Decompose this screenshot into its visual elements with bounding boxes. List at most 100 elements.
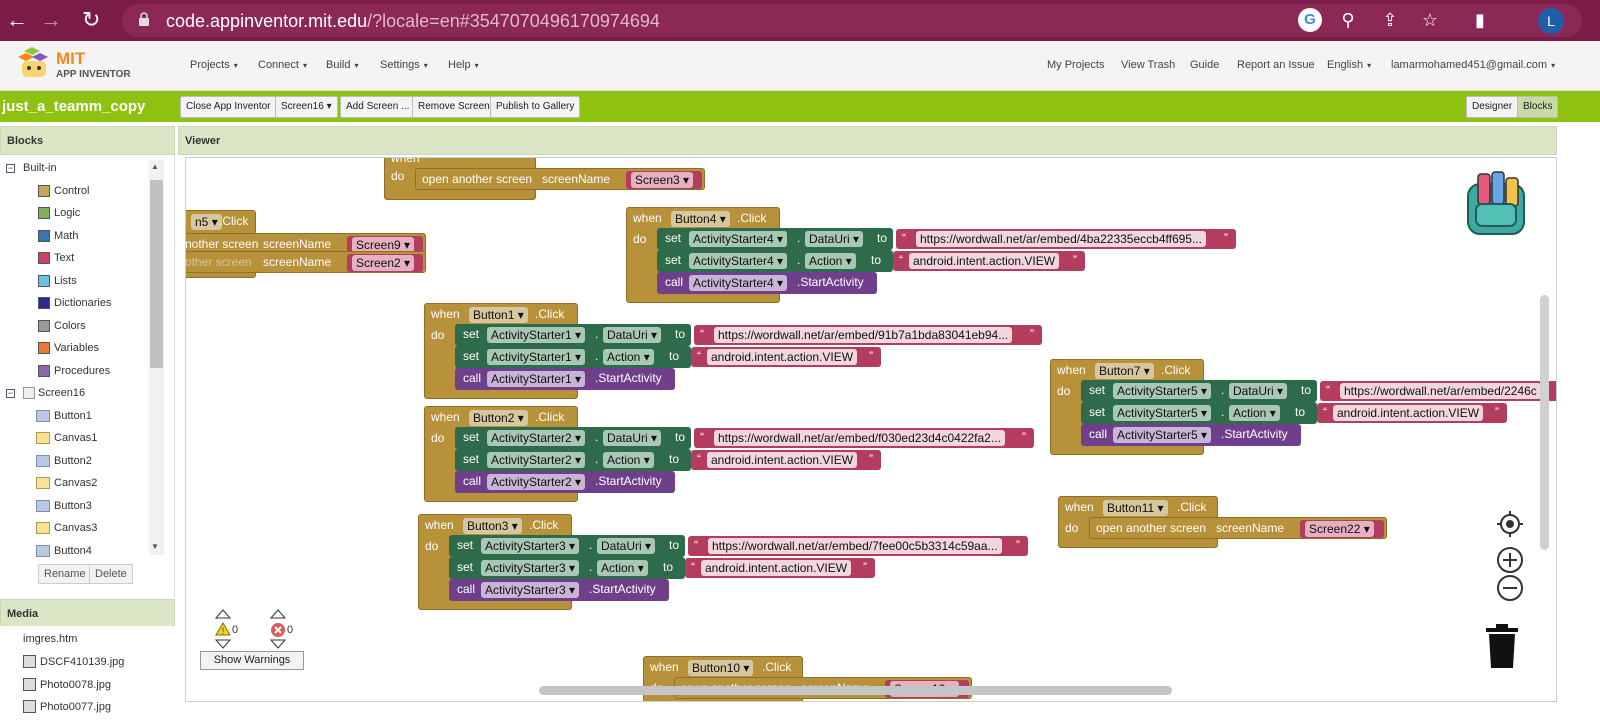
link-guide[interactable]: Guide [1190, 59, 1219, 71]
text-string-block[interactable]: “ https://wordwall.net/ar/embed/7fee00c5… [688, 536, 1028, 556]
set-datauri-block[interactable]: set ActivityStarter5 ▾ . DataUri ▾ to [1081, 380, 1317, 402]
tree-button4[interactable]: Button4 [36, 545, 92, 557]
back-icon[interactable]: ← [6, 8, 28, 32]
text-string-block[interactable]: “ android.intent.action.VIEW ” [1317, 403, 1507, 423]
screen-name-dropdown[interactable]: Screen2 ▾ [347, 254, 423, 272]
zoom-in-icon[interactable] [1496, 546, 1524, 574]
app-inventor-logo[interactable]: MIT APP INVENTOR [16, 47, 136, 85]
tree-button2[interactable]: Button2 [36, 455, 92, 467]
text-string-block[interactable]: “ android.intent.action.VIEW ” [691, 347, 881, 367]
text-string-block[interactable]: “ android.intent.action.VIEW ” [893, 251, 1085, 271]
profile-avatar[interactable]: L [1538, 8, 1564, 34]
close-app-inventor-button[interactable]: Close App Inventor [180, 96, 277, 118]
call-startactivity-block[interactable]: call ActivityStarter5 ▾ .StartActivity [1081, 424, 1301, 446]
warning-down-arrow-icon[interactable] [215, 639, 231, 649]
rename-button[interactable]: Rename [38, 564, 92, 584]
tree-button1[interactable]: Button1 [36, 410, 92, 422]
drawer-math[interactable]: Math [38, 230, 78, 242]
menu-build[interactable]: Build ▾ [326, 59, 358, 71]
workspace-vertical-scrollbar[interactable] [1540, 295, 1549, 550]
tree-canvas3[interactable]: Canvas3 [36, 522, 97, 534]
media-item[interactable]: imgres.htm [23, 633, 77, 645]
text-string-block[interactable]: “ https://wordwall.net/ar/embed/4ba22335… [896, 229, 1236, 249]
screen-name-dropdown[interactable]: Screen3 ▾ [626, 171, 702, 189]
scroll-down-icon[interactable]: ▼ [151, 542, 159, 551]
designer-button[interactable]: Designer [1466, 96, 1519, 118]
link-view-trash[interactable]: View Trash [1121, 59, 1175, 71]
drawer-dictionaries[interactable]: Dictionaries [38, 297, 111, 309]
screen-name-dropdown[interactable]: Screen22 ▾ [1300, 520, 1384, 538]
text-string-block[interactable]: “ https://wordwall.net/ar/embed/2246c [1320, 381, 1556, 401]
drawer-procedures[interactable]: Procedures [38, 365, 110, 377]
warning-up-arrow-icon[interactable] [215, 609, 231, 619]
tree-canvas1[interactable]: Canvas1 [36, 432, 97, 444]
call-startactivity-block[interactable]: call ActivityStarter4 ▾ .StartActivity [657, 272, 877, 294]
set-datauri-block[interactable]: set ActivityStarter3 ▾ . DataUri ▾ to [449, 535, 685, 557]
drawer-logic[interactable]: Logic [38, 207, 80, 219]
media-item[interactable]: Photo0078.jpg [23, 678, 111, 691]
drawer-colors[interactable]: Colors [38, 320, 86, 332]
tree-screen16[interactable]: − Screen16 [6, 387, 85, 399]
tree-builtin[interactable]: − Built-in [6, 162, 57, 174]
blocks-button[interactable]: Blocks [1517, 96, 1559, 118]
menu-connect[interactable]: Connect ▾ [258, 59, 307, 71]
collapse-icon[interactable]: − [6, 163, 15, 173]
publish-gallery-button[interactable]: Publish to Gallery [490, 96, 581, 118]
media-item[interactable]: Photo0077.jpg [23, 700, 111, 713]
tree-button3[interactable]: Button3 [36, 500, 92, 512]
set-action-block[interactable]: set ActivityStarter2 ▾ . Action ▾ to [455, 449, 691, 471]
backpack-icon[interactable] [1458, 170, 1534, 240]
drawer-variables[interactable]: Variables [38, 342, 99, 354]
delete-button[interactable]: Delete [89, 564, 133, 584]
open-screen-block[interactable]: open another screen screenName Screen3 ▾ [415, 168, 705, 190]
error-down-arrow-icon[interactable] [270, 639, 286, 649]
text-string-block[interactable]: “ android.intent.action.VIEW ” [691, 450, 881, 470]
open-screen-block[interactable]: open another screen screenName Screen22 … [1089, 517, 1387, 539]
address-bar[interactable]: code.appinventor.mit.edu/?locale=en#3547… [122, 4, 1582, 37]
blocks-workspace[interactable]: when do open another screen screenName S… [185, 157, 1557, 702]
side-panel-icon[interactable]: ▮ [1468, 8, 1492, 32]
collapse-icon[interactable]: − [6, 388, 15, 398]
open-screen-block[interactable]: other screen screenName Screen2 ▾ [186, 251, 426, 273]
error-up-arrow-icon[interactable] [270, 609, 286, 619]
menu-settings[interactable]: Settings ▾ [380, 59, 428, 71]
scroll-up-icon[interactable]: ▲ [151, 162, 159, 171]
menu-help[interactable]: Help ▾ [448, 59, 479, 71]
trash-icon[interactable] [1482, 622, 1522, 670]
text-string-block[interactable]: “ android.intent.action.VIEW ” [685, 558, 875, 578]
set-action-block[interactable]: set ActivityStarter3 ▾ . Action ▾ to [449, 557, 685, 579]
set-datauri-block[interactable]: set ActivityStarter1 ▾ . DataUri ▾ to [455, 324, 691, 346]
media-item[interactable]: DSCF410139.jpg [23, 655, 124, 668]
drawer-control[interactable]: Control [38, 185, 89, 197]
drawer-text[interactable]: Text [38, 252, 74, 264]
call-startactivity-block[interactable]: call ActivityStarter1 ▾ .StartActivity [455, 368, 675, 390]
set-datauri-block[interactable]: set ActivityStarter2 ▾ . DataUri ▾ to [455, 427, 691, 449]
text-string-block[interactable]: “ https://wordwall.net/ar/embed/91b7a1bd… [694, 325, 1042, 345]
screen-select-dropdown[interactable]: Screen16 ▾ [275, 96, 338, 118]
forward-icon[interactable]: → [40, 8, 62, 32]
menu-projects[interactable]: Projects ▾ [190, 59, 238, 71]
bookmark-star-icon[interactable]: ☆ [1418, 8, 1442, 32]
text-string-block[interactable]: “ https://wordwall.net/ar/embed/f030ed23… [694, 428, 1034, 448]
show-warnings-button[interactable]: Show Warnings [200, 651, 304, 670]
reload-icon[interactable]: ↻ [82, 8, 100, 32]
set-action-block[interactable]: set ActivityStarter5 ▾ . Action ▾ to [1081, 402, 1317, 424]
link-report-issue[interactable]: Report an Issue [1237, 59, 1315, 71]
drawer-lists[interactable]: Lists [38, 275, 77, 287]
tree-scrollbar-thumb[interactable] [150, 180, 163, 368]
share-icon[interactable]: ⇪ [1378, 8, 1402, 32]
workspace-horizontal-scrollbar[interactable] [539, 686, 1172, 695]
call-startactivity-block[interactable]: call ActivityStarter2 ▾ .StartActivity [455, 471, 675, 493]
language-menu[interactable]: English ▾ [1327, 59, 1371, 71]
zoom-out-icon[interactable] [1496, 574, 1524, 602]
remove-screen-button[interactable]: Remove Screen [412, 96, 496, 118]
call-startactivity-block[interactable]: call ActivityStarter3 ▾ .StartActivity [449, 579, 669, 601]
set-datauri-block[interactable]: set ActivityStarter4 ▾ . DataUri ▾ to [657, 228, 893, 250]
set-action-block[interactable]: set ActivityStarter1 ▾ . Action ▾ to [455, 346, 691, 368]
zoom-icon[interactable]: ⚲ [1336, 8, 1360, 32]
google-icon[interactable]: G [1298, 8, 1322, 32]
user-account-menu[interactable]: lamarmohamed451@gmail.com ▾ [1391, 59, 1555, 71]
link-my-projects[interactable]: My Projects [1047, 59, 1104, 71]
add-screen-button[interactable]: Add Screen ... [340, 96, 416, 118]
tree-canvas2[interactable]: Canvas2 [36, 477, 97, 489]
